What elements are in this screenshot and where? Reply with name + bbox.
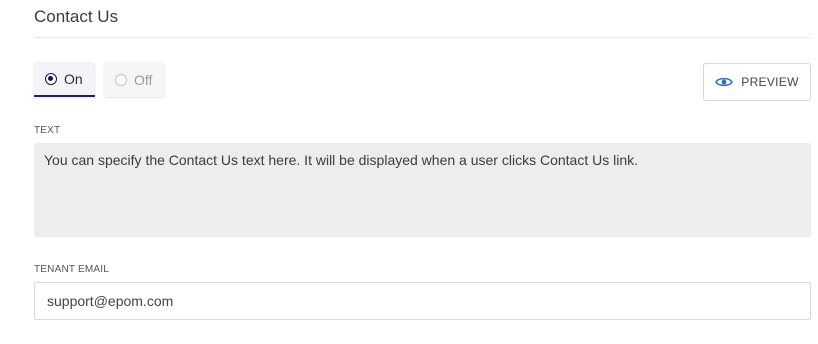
toggle-off-option[interactable]: Off — [104, 62, 165, 97]
radio-unchecked-icon[interactable] — [115, 73, 127, 86]
toggle-off-label: Off — [134, 71, 153, 88]
radio-checked-icon[interactable] — [45, 72, 57, 85]
eye-icon — [715, 77, 734, 87]
section-title: Contact Us — [34, 7, 119, 26]
toggle-on-label: On — [64, 70, 83, 87]
text-field-label: TEXT — [34, 125, 61, 136]
on-off-toggle-group: On Off — [34, 62, 165, 97]
preview-button-label: PREVIEW — [741, 75, 799, 89]
tenant-email-input[interactable]: support@epom.com — [34, 282, 811, 320]
tenant-email-label: TENANT EMAIL — [34, 264, 110, 275]
toggle-on-option[interactable]: On — [34, 62, 95, 97]
preview-button[interactable]: PREVIEW — [703, 63, 811, 101]
title-divider — [34, 37, 810, 38]
contact-text-area[interactable]: You can specify the Contact Us text here… — [34, 143, 811, 237]
